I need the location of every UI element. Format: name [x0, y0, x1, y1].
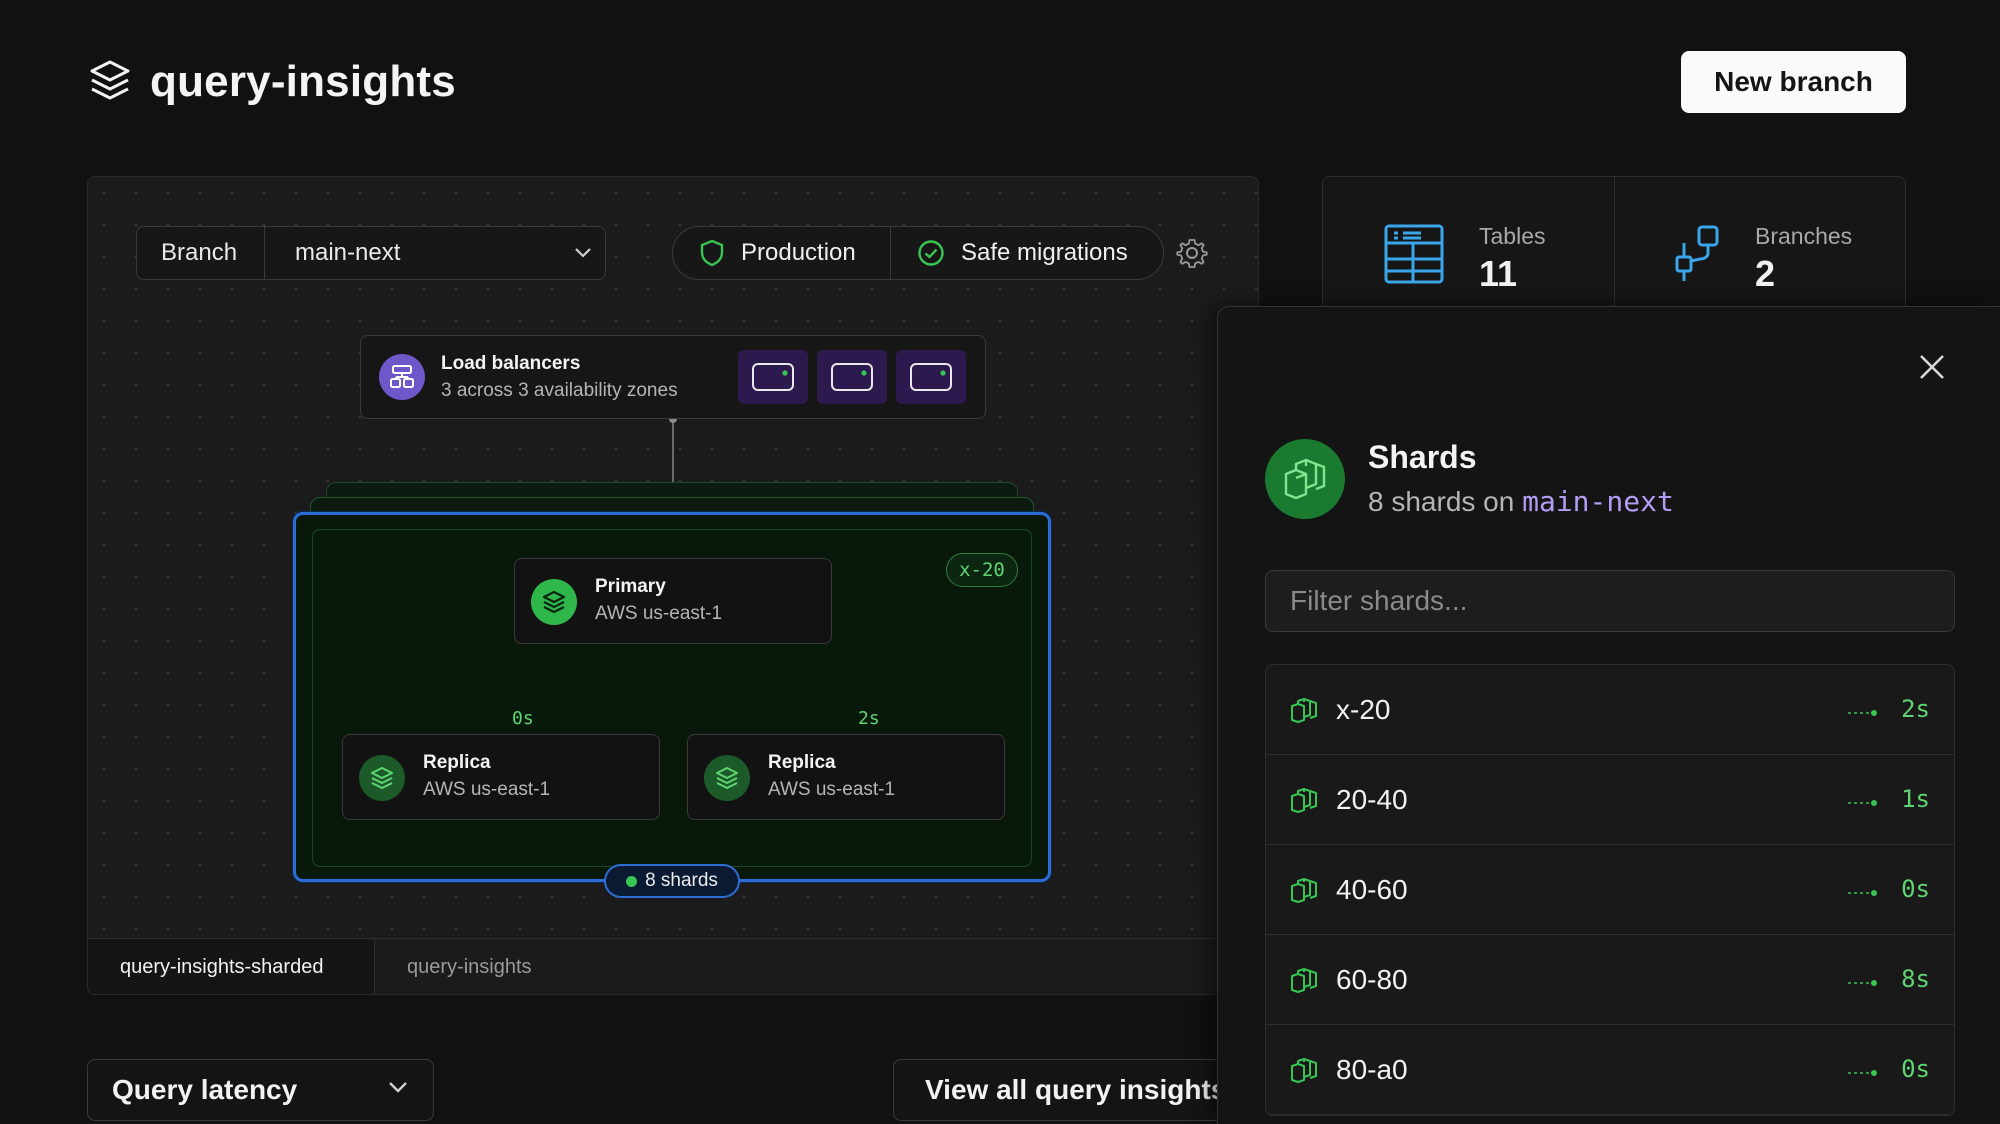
filter-shards-input[interactable]	[1265, 570, 1955, 632]
shard-row[interactable]: 40-60 0s	[1266, 845, 1954, 935]
primary-node-title: Primary	[595, 576, 666, 597]
replica-node-title: Replica	[768, 752, 836, 773]
replica-lag-label: 2s	[858, 708, 880, 729]
shard-icon	[1291, 1058, 1317, 1083]
server-icon	[752, 363, 794, 391]
shard-lag: 0s	[1901, 875, 1930, 903]
app-header: query-insights	[88, 50, 456, 114]
drawer-subtitle: 8 shards on main-next	[1368, 485, 1674, 518]
app-title: query-insights	[150, 57, 456, 106]
shard-name: x-20	[1336, 694, 1391, 725]
lag-indicator-icon	[1848, 980, 1877, 986]
shard-lag: 0s	[1901, 1055, 1930, 1083]
server-icon	[831, 363, 873, 391]
shard-name: 60-80	[1336, 964, 1408, 995]
load-balancer-instance[interactable]	[896, 350, 966, 404]
replica-node-region: AWS us-east-1	[768, 779, 896, 800]
metric-select[interactable]: Query latency	[87, 1059, 434, 1121]
shard-name: 20-40	[1336, 784, 1408, 815]
shard-name: 40-60	[1336, 874, 1408, 905]
check-circle-icon	[918, 240, 944, 266]
shard-icon	[1291, 968, 1317, 993]
drawer-subtitle-prefix: 8 shards on	[1368, 486, 1515, 517]
replica-node-region: AWS us-east-1	[423, 779, 551, 800]
replica-node[interactable]: Replica AWS us-east-1	[687, 734, 1005, 820]
shield-icon	[700, 239, 724, 267]
branches-label: Branches	[1755, 223, 1853, 249]
tab-query-insights-sharded[interactable]: query-insights-sharded	[88, 939, 375, 994]
replica-lag-label: 0s	[512, 708, 534, 729]
shard-row[interactable]: 60-80 8s	[1266, 935, 1954, 1025]
load-balancer-instance[interactable]	[817, 350, 887, 404]
production-label: Production	[741, 239, 856, 266]
view-all-query-insights-button[interactable]: View all query insights	[893, 1059, 1233, 1121]
load-balancers-subtitle: 3 across 3 availability zones	[441, 380, 678, 401]
tab-query-insights[interactable]: query-insights	[375, 939, 564, 994]
database-stack-icon	[359, 755, 405, 801]
safe-migrations-badge[interactable]: Safe migrations	[891, 227, 1128, 279]
shard-lag: 1s	[1901, 785, 1930, 813]
shard-icon	[1291, 698, 1317, 723]
table-icon	[1384, 224, 1444, 284]
server-icon	[910, 363, 952, 391]
shard-row[interactable]: 80-a0 0s	[1266, 1025, 1954, 1115]
safe-migrations-label: Safe migrations	[961, 239, 1128, 266]
shard-icon	[1291, 878, 1317, 903]
replica-node[interactable]: Replica AWS us-east-1	[342, 734, 660, 820]
branches-value: 2	[1755, 253, 1776, 294]
branch-select-label: Branch	[137, 227, 265, 279]
load-balancers-card[interactable]: Load balancers 3 across 3 availability z…	[360, 335, 986, 419]
close-icon[interactable]	[1914, 349, 1950, 385]
shard-row[interactable]: x-20 2s	[1266, 665, 1954, 755]
topology-canvas[interactable]: Branch main-next Production Safe migrati…	[87, 176, 1259, 995]
database-stack-icon	[90, 60, 130, 100]
primary-node[interactable]: Primary AWS us-east-1	[514, 558, 832, 644]
lag-indicator-icon	[1848, 800, 1877, 806]
shards-count-label: 8 shards	[645, 870, 718, 891]
shard-lag: 8s	[1901, 965, 1930, 993]
shard-lag: 2s	[1901, 695, 1930, 723]
drawer-title: Shards	[1368, 439, 1477, 475]
chevron-down-icon	[389, 1082, 407, 1093]
branch-icon	[1675, 225, 1719, 281]
new-branch-button[interactable]: New branch	[1681, 51, 1906, 113]
gear-icon[interactable]	[1176, 237, 1208, 269]
load-balancer-instance[interactable]	[738, 350, 808, 404]
replica-node-title: Replica	[423, 752, 491, 773]
lag-indicator-icon	[1848, 1070, 1877, 1076]
primary-node-region: AWS us-east-1	[595, 603, 723, 624]
environment-pill: Production Safe migrations	[672, 226, 1164, 280]
branch-select[interactable]: Branch main-next	[136, 226, 606, 280]
shards-count-badge[interactable]: 8 shards	[604, 864, 740, 898]
drawer-subtitle-branch[interactable]: main-next	[1522, 485, 1674, 518]
status-dot	[626, 875, 638, 887]
database-stack-icon	[704, 755, 750, 801]
lag-indicator-icon	[1848, 890, 1877, 896]
shard-icon	[1291, 788, 1317, 813]
load-balancer-icon	[379, 354, 425, 400]
load-balancers-title: Load balancers	[441, 353, 581, 374]
shard-range-badge: x-20	[946, 553, 1018, 587]
database-tabs: query-insights-sharded query-insights	[88, 938, 1258, 994]
shard-row[interactable]: 20-40 1s	[1266, 755, 1954, 845]
chevron-down-icon	[561, 247, 605, 259]
shard-name: 80-a0	[1336, 1054, 1408, 1085]
production-badge[interactable]: Production	[673, 227, 891, 279]
shards-drawer: Shards 8 shards on main-next x-20 2s 20-…	[1217, 306, 2000, 1124]
shards-icon	[1265, 439, 1345, 519]
database-stack-icon	[531, 579, 577, 625]
branch-select-value: main-next	[295, 239, 401, 266]
metric-select-value: Query latency	[112, 1074, 298, 1105]
tables-value: 11	[1479, 253, 1518, 294]
tables-label: Tables	[1479, 223, 1546, 249]
shard-list: x-20 2s 20-40 1s 40-60 0s 60-80 8s 80-a0…	[1265, 664, 1955, 1116]
lag-indicator-icon	[1848, 710, 1877, 716]
